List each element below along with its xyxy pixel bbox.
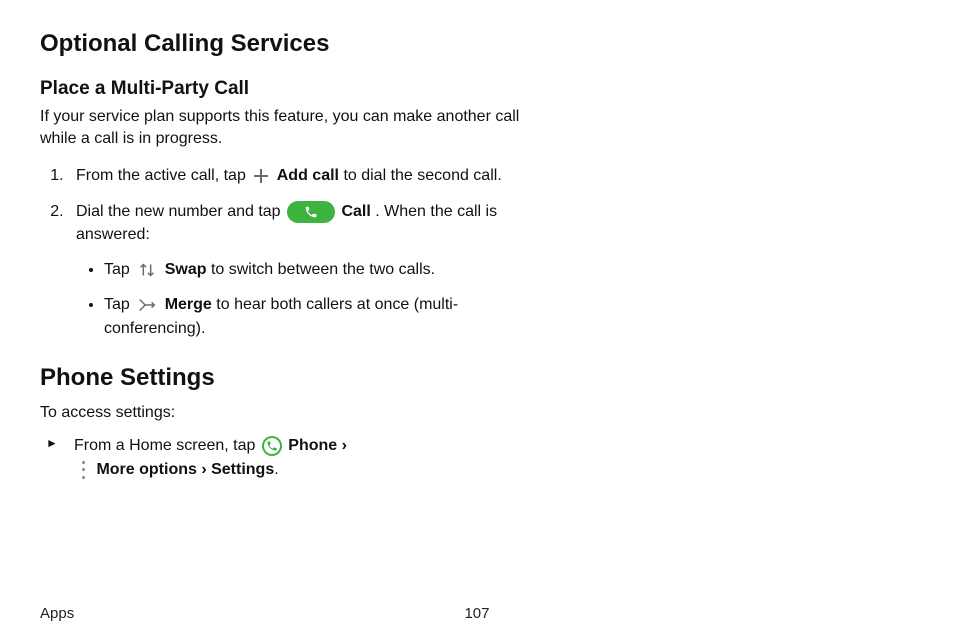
phone-settings-lead: To access settings: <box>40 402 520 424</box>
footer-spacer <box>623 605 914 622</box>
step-2-bold: Call <box>341 203 370 220</box>
sub-a: Tap Swap to switch between the two calls… <box>104 258 548 281</box>
chevron-2: › <box>197 461 211 478</box>
footer-section: Apps <box>40 605 331 622</box>
sub-list: Tap Swap to switch between the two calls… <box>80 258 548 340</box>
sub-b-bold: Merge <box>165 296 212 313</box>
call-button-icon <box>287 201 335 223</box>
nav-list: From a Home screen, tap Phone › More opt… <box>40 434 548 482</box>
nav-phone: Phone <box>288 437 337 454</box>
step-1: From the active call, tap Add call to di… <box>68 165 548 187</box>
sub-a-post: to switch between the two calls. <box>211 261 435 278</box>
phone-app-icon <box>262 436 282 456</box>
plus-icon <box>252 167 270 185</box>
intro-text: If your service plan supports this featu… <box>40 106 520 151</box>
step-2: Dial the new number and tap Call . When … <box>68 201 548 340</box>
main-heading: Optional Calling Services <box>40 30 914 58</box>
more-options-icon <box>76 461 90 479</box>
nav-more: More options <box>96 461 196 478</box>
chevron-1: › <box>337 437 347 454</box>
step-1-text-post: to dial the second call. <box>343 167 501 184</box>
footer: Apps 107 <box>0 605 954 622</box>
sub-a-bold: Swap <box>165 261 207 278</box>
sub-heading: Place a Multi-Party Call <box>40 78 914 100</box>
page: Optional Calling Services Place a Multi-… <box>0 0 954 636</box>
sub-b-pre: Tap <box>104 296 134 313</box>
nav-settings: Settings <box>211 461 274 478</box>
step-1-bold: Add call <box>277 167 339 184</box>
sub-a-pre: Tap <box>104 261 134 278</box>
step-2-text-pre: Dial the new number and tap <box>76 203 285 220</box>
merge-icon <box>136 295 158 315</box>
swap-icon <box>136 260 158 280</box>
nav-dot: . <box>274 461 278 478</box>
sub-b: Tap Merge to hear both callers at once (… <box>104 293 548 339</box>
nav-pre: From a Home screen, tap <box>74 437 260 454</box>
nav-item: From a Home screen, tap Phone › More opt… <box>68 434 548 482</box>
phone-settings-heading: Phone Settings <box>40 364 914 392</box>
steps-list: From the active call, tap Add call to di… <box>40 165 548 340</box>
step-1-text-pre: From the active call, tap <box>76 167 250 184</box>
footer-page-number: 107 <box>331 605 622 622</box>
